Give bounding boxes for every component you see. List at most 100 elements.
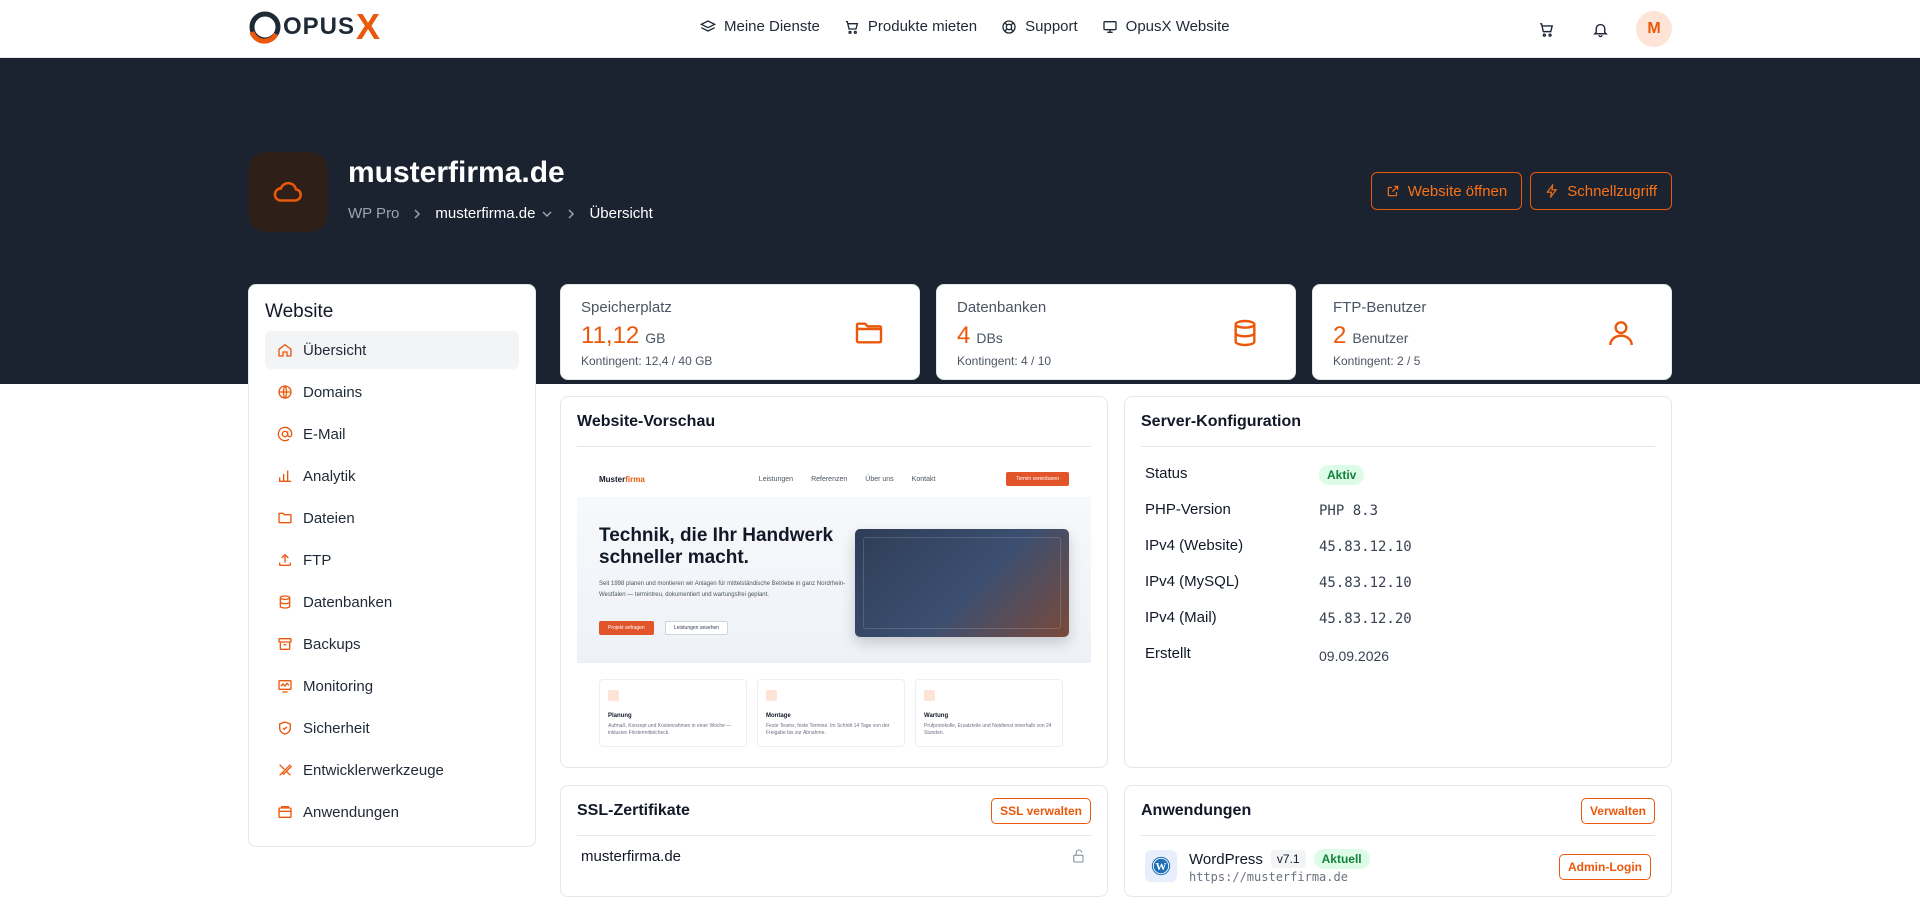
shield-icon xyxy=(279,721,291,735)
nav-label: Meine Dienste xyxy=(724,18,820,35)
nav-meine-dienste[interactable]: Meine Dienste xyxy=(700,18,820,35)
apps-manage-button[interactable]: Verwalten xyxy=(1580,797,1655,824)
sidebar-item-uebersicht[interactable]: Übersicht xyxy=(265,331,519,369)
website-preview-panel: Website-Vorschau Musterfirma Leistungen … xyxy=(560,396,1108,768)
tools-icon xyxy=(279,764,293,776)
cart-icon xyxy=(845,20,859,34)
config-label: IPv4 (MySQL) xyxy=(1145,573,1240,590)
sidebar-item-monitoring[interactable]: Monitoring xyxy=(265,667,519,705)
open-website-label: Website öffnen xyxy=(1407,182,1508,200)
breadcrumb-site-selector[interactable]: musterfirma.de xyxy=(435,205,553,222)
sidebar-title: Website xyxy=(265,301,334,322)
opusx-logo[interactable]: OPUS X xyxy=(248,6,380,47)
nav-produkte-mieten[interactable]: Produkte mieten xyxy=(844,18,977,35)
svg-text:W: W xyxy=(1156,861,1167,873)
logo-text: OPUS xyxy=(283,13,356,40)
preview-secondary-button: Leistungen ansehen xyxy=(665,621,729,635)
sidebar-item-analytik[interactable]: Analytik xyxy=(265,457,519,495)
config-value: 09.09.2026 xyxy=(1319,648,1390,664)
sidebar-item-dateien[interactable]: Dateien xyxy=(265,499,519,537)
user-avatar[interactable]: M xyxy=(1636,11,1672,47)
sidebar-item-datenbanken[interactable]: Datenbanken xyxy=(265,583,519,621)
preview-brand: Musterfirma xyxy=(599,474,645,484)
panel-title: Anwendungen xyxy=(1141,801,1252,819)
sidebar-item-label: FTP xyxy=(303,551,332,569)
chevron-right-icon xyxy=(414,208,421,219)
preview-card-title: Planung xyxy=(608,713,632,719)
sidebar-item-domains[interactable]: Domains xyxy=(265,373,519,411)
stat-value: 4 xyxy=(957,322,971,349)
globe-icon xyxy=(278,385,292,399)
sidebar-item-entwicklerwerkzeuge[interactable]: Entwicklerwerkzeuge xyxy=(265,751,519,789)
applications-panel: Anwendungen Verwalten W WordPress v7.1 A… xyxy=(1124,785,1672,897)
notifications-button[interactable] xyxy=(1582,11,1618,47)
chevron-down-icon xyxy=(542,210,552,217)
sidebar-item-label: Sicherheit xyxy=(303,719,370,737)
sidebar-item-backups[interactable]: Backups xyxy=(265,625,519,663)
preview-link: Referenzen xyxy=(811,475,848,483)
top-actions: M xyxy=(1528,11,1672,47)
stat-quota: Kontingent: 4 / 10 xyxy=(957,354,1052,368)
preview-headline: Technik, die Ihr Handwerk schneller mach… xyxy=(599,525,834,568)
stat-value: 11,12 xyxy=(581,322,640,349)
open-website-button[interactable]: Website öffnen xyxy=(1370,172,1523,210)
monitor-icon xyxy=(1103,20,1117,33)
bell-icon xyxy=(1592,23,1608,37)
server-config-panel: Server-Konfiguration Status Aktiv PHP-Ve… xyxy=(1124,396,1672,768)
preview-hero-image xyxy=(855,529,1069,637)
website-sidebar: Website Übersicht Domains E-Mail Analyti… xyxy=(248,284,536,847)
nav-support[interactable]: Support xyxy=(1001,18,1078,35)
sidebar-item-label: Anwendungen xyxy=(303,803,399,821)
stat-label: FTP-Benutzer xyxy=(1333,299,1427,316)
panel-title: Server-Konfiguration xyxy=(1141,412,1302,430)
config-value: PHP 8.3 xyxy=(1319,503,1379,519)
quick-access-button[interactable]: Schnellzugriff xyxy=(1530,172,1672,210)
archive-icon xyxy=(278,638,292,650)
sidebar-item-label: Analytik xyxy=(303,467,356,485)
config-label: Erstellt xyxy=(1145,645,1191,662)
wordpress-logo: W xyxy=(1145,850,1177,882)
website-preview-thumbnail[interactable]: Musterfirma Leistungen Referenzen Über u… xyxy=(577,461,1091,753)
config-value: 45.83.12.10 xyxy=(1319,575,1412,591)
hero-actions: Website öffnen Schnellzugriff xyxy=(1370,172,1672,210)
ssl-manage-button[interactable]: SSL verwalten xyxy=(991,797,1091,824)
config-value: 45.83.12.10 xyxy=(1319,539,1412,555)
lifebuoy-icon xyxy=(1002,19,1016,34)
cloud-icon xyxy=(273,181,302,202)
config-label: Status xyxy=(1145,465,1188,482)
quick-access-label: Schnellzugriff xyxy=(1567,182,1657,200)
sidebar-item-anwendungen[interactable]: Anwendungen xyxy=(265,793,519,831)
preview-link: Kontakt xyxy=(911,475,936,483)
preview-card: Planung Aufmaß, Konzept und Kostenrahmen… xyxy=(599,679,747,747)
upload-icon xyxy=(279,553,291,566)
preview-text: Seit 1998 planen und montieren wir Anlag… xyxy=(599,581,846,598)
config-value: 45.83.12.20 xyxy=(1319,611,1412,627)
sidebar-item-sicherheit[interactable]: Sicherheit xyxy=(265,709,519,747)
stat-card-datenbanken: Datenbanken 4 DBs Kontingent: 4 / 10 xyxy=(936,284,1296,380)
breadcrumb-root[interactable]: WP Pro xyxy=(348,205,399,222)
stat-unit: GB xyxy=(645,330,666,346)
preview-links: Leistungen Referenzen Über uns Kontakt xyxy=(759,476,936,483)
at-icon xyxy=(277,426,293,442)
cart-icon xyxy=(1539,22,1553,37)
bar-chart-icon xyxy=(279,470,291,482)
ssl-panel: SSL-Zertifikate SSL verwalten musterfirm… xyxy=(560,785,1108,897)
preview-card-title: Montage xyxy=(766,713,791,719)
cart-button[interactable] xyxy=(1528,11,1564,47)
wordpress-icon: W xyxy=(1151,856,1171,876)
logo-x: X xyxy=(356,6,380,47)
unlock-icon[interactable] xyxy=(1071,848,1087,864)
admin-login-button[interactable]: Admin-Login xyxy=(1559,854,1651,880)
sidebar-item-label: Datenbanken xyxy=(303,593,393,611)
stat-label: Speicherplatz xyxy=(581,299,672,316)
sidebar-item-label: Monitoring xyxy=(303,677,374,695)
preview-cta: Termin vereinbaren xyxy=(1006,472,1069,486)
nav-opusx-website[interactable]: OpusX Website xyxy=(1102,18,1230,35)
layers-icon xyxy=(700,19,716,32)
sidebar-item-ftp[interactable]: FTP xyxy=(265,541,519,579)
sidebar-item-email[interactable]: E-Mail xyxy=(265,415,519,453)
chevron-right-icon xyxy=(568,208,575,219)
config-value-status: Aktiv xyxy=(1319,465,1365,485)
app-status-badge: Aktuell xyxy=(1313,849,1370,869)
sidebar-item-label: Übersicht xyxy=(303,341,367,359)
